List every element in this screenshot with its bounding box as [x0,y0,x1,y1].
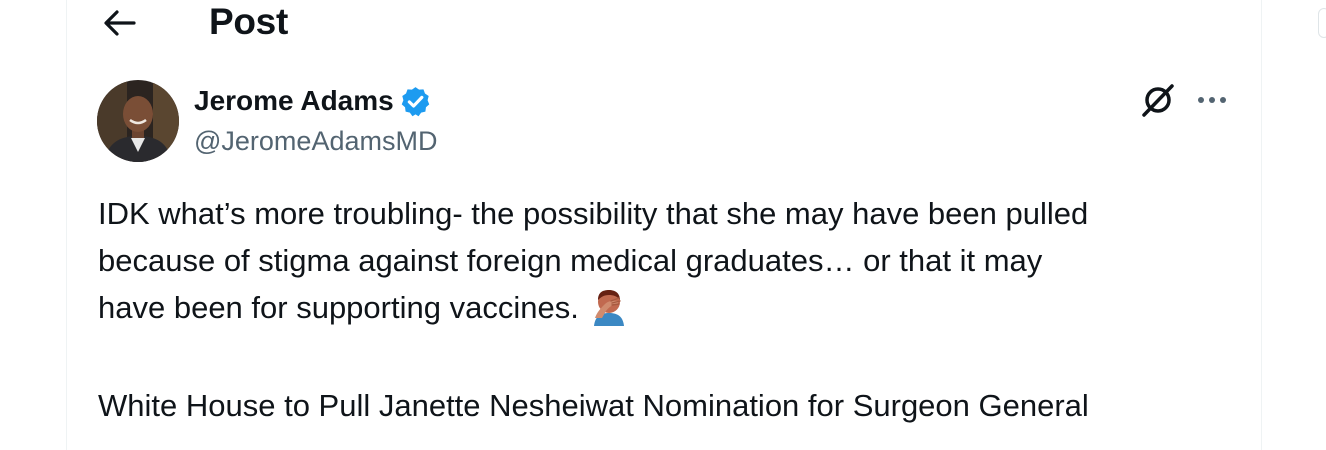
avatar-image [97,80,179,162]
sidebar-edge [1318,8,1326,38]
arrow-left-icon [104,10,136,36]
more-options-button[interactable] [1192,84,1232,116]
post-line-2: because of stigma against foreign medica… [98,243,1043,278]
more-horizontal-icon [1198,97,1226,103]
link-card-title[interactable]: White House to Pull Janette Nesheiwat No… [98,382,1089,429]
post-text: IDK what’s more troubling- the possibili… [98,190,1248,331]
back-button[interactable] [100,4,138,42]
author-name[interactable]: Jerome Adams [194,84,432,118]
page: Post Jerome Adams @JeromeAdamsMD IDK wha… [0,0,1326,450]
verified-badge-icon [401,86,429,116]
grok-button[interactable] [1138,80,1178,120]
post-line-1: IDK what’s more troubling- the possibili… [98,196,1089,231]
author-name-text: Jerome Adams [194,85,394,116]
post-line-3: have been for supporting vaccines. [98,284,1248,331]
avatar[interactable] [97,80,179,162]
author-handle[interactable]: @JeromeAdamsMD [194,124,437,158]
grok-icon [1142,84,1174,117]
facepalm-emoji-icon [593,290,624,326]
post-line-3-text: have been for supporting vaccines. [98,290,579,325]
page-title: Post [209,1,288,42]
